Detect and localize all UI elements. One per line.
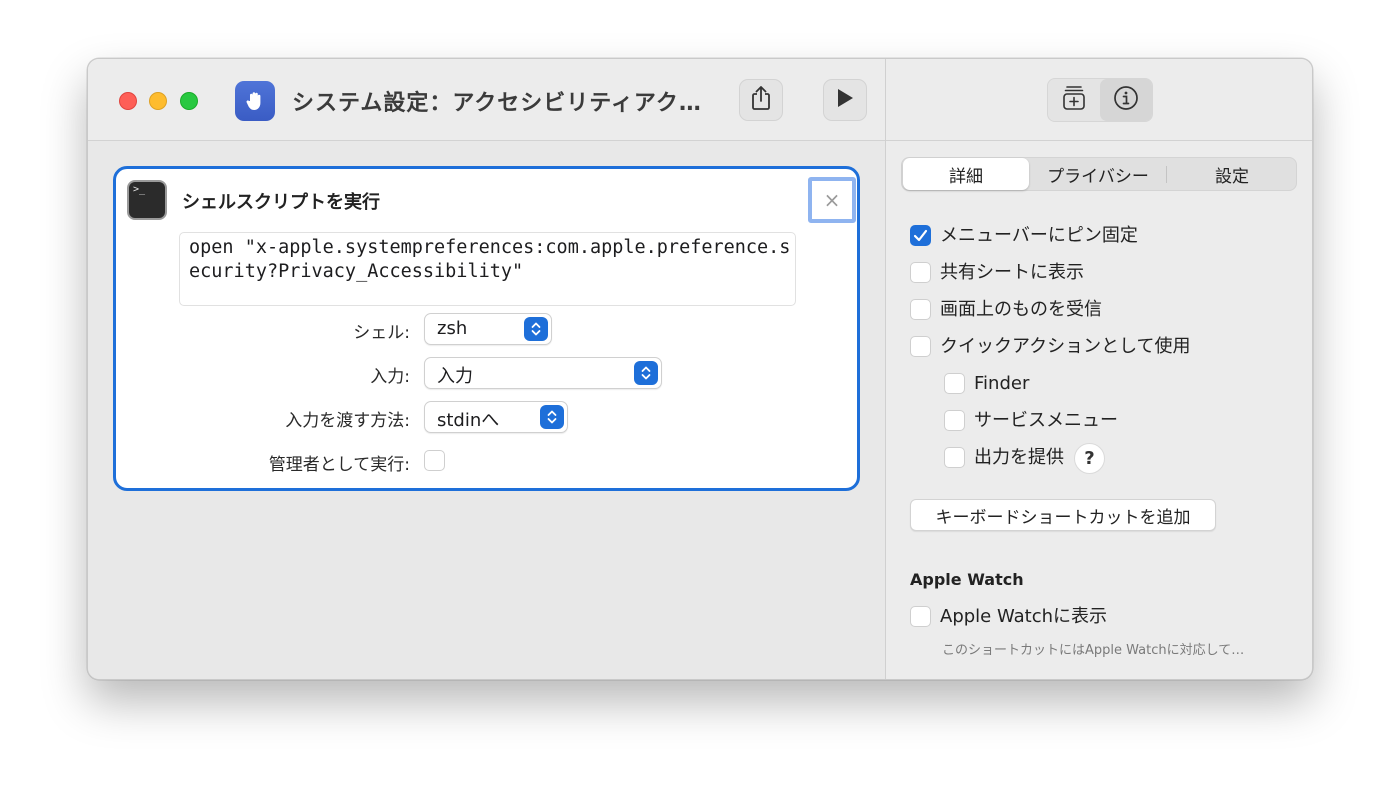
- option-label: メニューバーにピン固定: [940, 225, 1138, 246]
- action-title: シェルスクリプトを実行: [182, 192, 380, 213]
- input-value: 入力: [437, 366, 473, 387]
- input-label: 入力:: [370, 367, 410, 387]
- watch-compatibility-note: このショートカットにはApple Watchに対応して…: [942, 643, 1245, 658]
- library-button[interactable]: [1048, 79, 1100, 121]
- help-button[interactable]: ?: [1074, 443, 1105, 474]
- share-sheet-checkbox[interactable]: [910, 262, 931, 283]
- input-popup[interactable]: 入力: [424, 357, 662, 389]
- pin-menubar-checkbox[interactable]: [910, 225, 931, 246]
- option-label: 共有シートに表示: [940, 262, 1084, 283]
- option-label: 出力を提供: [974, 447, 1064, 468]
- hand-icon[interactable]: [235, 81, 275, 121]
- checkmark-icon: [913, 229, 928, 242]
- pass-input-popup[interactable]: stdinへ: [424, 401, 568, 433]
- shell-script-action[interactable]: >_ シェルスクリプトを実行 × open "x-apple.systempre…: [113, 166, 860, 491]
- share-button[interactable]: [739, 79, 783, 121]
- pass-input-value: stdinへ: [437, 410, 500, 431]
- chevron-up-down-icon: [540, 405, 564, 429]
- apple-watch-section-title: Apple Watch: [910, 570, 1024, 589]
- zoom-window-button[interactable]: [180, 92, 198, 110]
- inspector-mode-control: [1047, 78, 1153, 122]
- script-editor[interactable]: open "x-apple.systempreferences:com.appl…: [179, 232, 796, 306]
- close-window-button[interactable]: [119, 92, 137, 110]
- play-icon: [835, 87, 855, 113]
- option-label: クイックアクションとして使用: [940, 336, 1191, 357]
- shell-label: シェル:: [353, 323, 410, 343]
- shell-value: zsh: [437, 318, 468, 339]
- provide-output-checkbox[interactable]: [944, 447, 965, 468]
- share-icon: [750, 85, 772, 115]
- shortcuts-window: システム設定：アクセシビリティアク… >_ シェルスクリプトを実行 × open…: [87, 58, 1313, 680]
- editor-pane: システム設定：アクセシビリティアク… >_ シェルスクリプトを実行 × open…: [88, 59, 886, 679]
- finder-checkbox[interactable]: [944, 373, 965, 394]
- close-icon: ×: [823, 188, 841, 212]
- inspector-pane: 詳細 プライバシー 設定 メニューバーにピン固定 共有シートに表示 画面上のもの…: [886, 59, 1312, 679]
- option-label: 画面上のものを受信: [940, 299, 1102, 320]
- run-as-admin-checkbox[interactable]: [424, 450, 445, 471]
- terminal-icon: >_: [127, 180, 167, 220]
- chevron-up-down-icon: [634, 361, 658, 385]
- option-label: Finder: [974, 373, 1030, 394]
- chevron-up-down-icon: [524, 317, 548, 341]
- run-as-admin-label: 管理者として実行:: [268, 455, 410, 475]
- add-to-library-icon: [1061, 84, 1087, 116]
- script-text[interactable]: open "x-apple.systempreferences:com.appl…: [189, 236, 794, 284]
- inspector-toolbar: [886, 59, 1312, 141]
- run-button[interactable]: [823, 79, 867, 121]
- minimize-window-button[interactable]: [149, 92, 167, 110]
- tab-details[interactable]: 詳細: [903, 158, 1029, 190]
- info-button[interactable]: [1100, 79, 1152, 121]
- tab-settings[interactable]: 設定: [1167, 158, 1297, 190]
- option-label: サービスメニュー: [974, 410, 1118, 431]
- option-label: Apple Watchに表示: [940, 606, 1108, 627]
- editor-toolbar: システム設定：アクセシビリティアク…: [88, 59, 886, 141]
- shell-popup[interactable]: zsh: [424, 313, 552, 345]
- window-title: システム設定：アクセシビリティアク…: [292, 91, 702, 116]
- inspector-tabs: 詳細 プライバシー 設定: [901, 157, 1297, 191]
- services-menu-checkbox[interactable]: [944, 410, 965, 431]
- tab-privacy[interactable]: プライバシー: [1031, 158, 1165, 190]
- receive-onscreen-checkbox[interactable]: [910, 299, 931, 320]
- add-keyboard-shortcut-button[interactable]: キーボードショートカットを追加: [910, 499, 1216, 531]
- pass-input-label: 入力を渡す方法:: [285, 411, 410, 431]
- show-on-watch-checkbox[interactable]: [910, 606, 931, 627]
- remove-action-button[interactable]: ×: [808, 177, 856, 223]
- quick-action-checkbox[interactable]: [910, 336, 931, 357]
- info-icon: [1113, 85, 1139, 115]
